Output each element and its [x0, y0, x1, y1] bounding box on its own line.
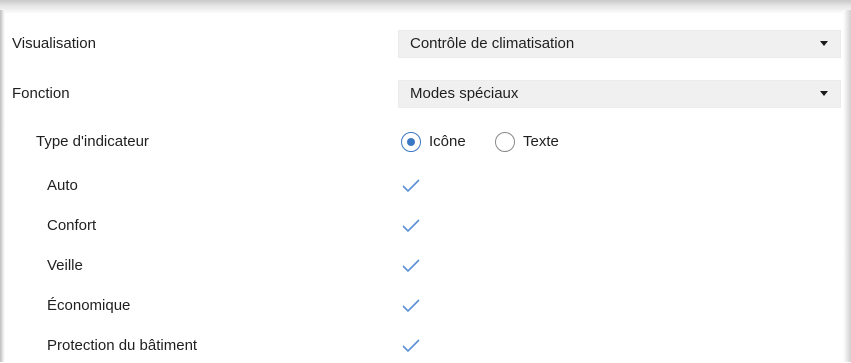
- visualisation-row: Visualisation Contrôle de climatisation: [0, 27, 851, 61]
- fonction-selected-value: Modes spéciaux: [410, 85, 519, 102]
- radio-icone-label[interactable]: Icône: [429, 125, 466, 159]
- checkbox-economique[interactable]: [398, 296, 428, 316]
- mode-label-protection: Protection du bâtiment: [47, 337, 198, 354]
- visualisation-label: Visualisation: [12, 35, 96, 52]
- visualisation-selected-value: Contrôle de climatisation: [410, 35, 575, 52]
- fonction-label: Fonction: [12, 85, 70, 102]
- radio-dot: [407, 138, 415, 146]
- mode-label-veille: Veille: [47, 257, 83, 274]
- chevron-down-icon: [820, 41, 828, 46]
- mode-row-confort: Confort: [0, 209, 851, 243]
- mode-label-confort: Confort: [47, 217, 97, 234]
- checkmark-icon: [402, 339, 420, 353]
- chevron-down-icon: [820, 91, 828, 96]
- checkmark-icon: [402, 219, 420, 233]
- mode-label-economique: Économique: [47, 297, 131, 314]
- checkbox-auto[interactable]: [398, 176, 428, 196]
- mode-row-auto: Auto: [0, 169, 851, 203]
- mode-row-protection: Protection du bâtiment: [0, 329, 851, 363]
- checkmark-icon: [402, 299, 420, 313]
- checkbox-confort[interactable]: [398, 216, 428, 236]
- fonction-row: Fonction Modes spéciaux: [0, 77, 851, 111]
- mode-row-veille: Veille: [0, 249, 851, 283]
- radio-icone[interactable]: [401, 132, 421, 152]
- radio-texte[interactable]: [495, 132, 515, 152]
- checkbox-protection[interactable]: [398, 336, 428, 356]
- top-shadow: [0, 0, 851, 14]
- radio-texte-label[interactable]: Texte: [523, 125, 559, 159]
- checkmark-icon: [402, 179, 420, 193]
- parameter-panel: Visualisation Contrôle de climatisation …: [0, 0, 851, 362]
- visualisation-select[interactable]: Contrôle de climatisation: [398, 30, 841, 58]
- checkbox-veille[interactable]: [398, 256, 428, 276]
- fonction-select[interactable]: Modes spéciaux: [398, 80, 841, 108]
- indicator-type-row: Type d'indicateur Icône Texte: [0, 125, 851, 159]
- mode-label-auto: Auto: [47, 177, 78, 194]
- indicator-type-label: Type d'indicateur: [36, 133, 149, 150]
- checkmark-icon: [402, 259, 420, 273]
- mode-row-economique: Économique: [0, 289, 851, 323]
